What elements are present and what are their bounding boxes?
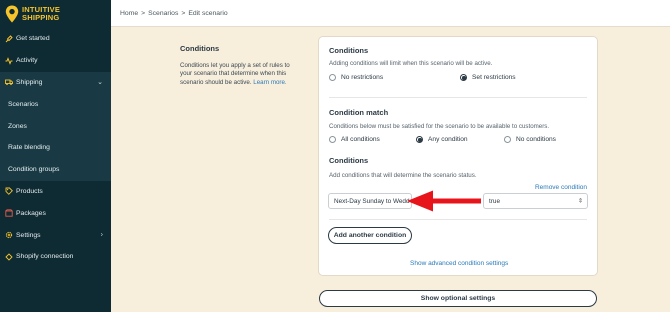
radio-label: Any condition bbox=[428, 136, 468, 143]
add-another-condition-button[interactable]: Add another condition bbox=[328, 227, 412, 244]
sidebar-item-shopify-connection[interactable]: Shopify connection bbox=[0, 246, 111, 268]
radio-label: Set restrictions bbox=[472, 74, 516, 81]
sidebar-item-packages[interactable]: Packages bbox=[0, 202, 111, 224]
sidebar-item-get-started[interactable]: Get started bbox=[0, 28, 111, 50]
sidebar-item-products[interactable]: Products bbox=[0, 181, 111, 203]
condition-value-text: true bbox=[489, 197, 501, 205]
breadcrumb-current: Edit scenario bbox=[188, 9, 228, 17]
brand-logo[interactable]: INTUITIVE SHIPPING bbox=[0, 0, 111, 28]
radio-button[interactable] bbox=[460, 74, 467, 81]
conditions-list-help: Add conditions that will determine the s… bbox=[329, 172, 477, 179]
remove-condition-link[interactable]: Remove condition bbox=[535, 184, 587, 191]
breadcrumb-separator: > bbox=[181, 9, 186, 17]
sidebar-item-label: Settings bbox=[16, 231, 41, 239]
chevron-down-icon[interactable]: ⌄ bbox=[97, 78, 103, 86]
rocket-icon bbox=[5, 35, 13, 43]
sidebar-item-label: Products bbox=[16, 187, 43, 195]
sidebar: INTUITIVE SHIPPING Get started Activity … bbox=[0, 0, 111, 312]
radio-button[interactable] bbox=[504, 136, 511, 143]
sidebar-item-label: Condition groups bbox=[8, 166, 60, 174]
sidebar-item-label: Zones bbox=[8, 122, 27, 130]
sidebar-item-label: Scenarios bbox=[8, 100, 39, 108]
radio-label: All conditions bbox=[341, 136, 380, 143]
learn-more-link[interactable]: Learn more. bbox=[253, 79, 286, 86]
radio-label: No conditions bbox=[516, 136, 556, 143]
divider bbox=[329, 97, 587, 98]
box-icon bbox=[5, 209, 13, 217]
radio-button[interactable] bbox=[416, 136, 423, 143]
breadcrumb-separator: > bbox=[141, 9, 146, 17]
conditions-description: Conditions Conditions let you apply a se… bbox=[180, 44, 298, 87]
sidebar-item-activity[interactable]: Activity bbox=[0, 50, 111, 72]
radio-button[interactable] bbox=[329, 74, 336, 81]
truck-icon bbox=[5, 78, 13, 86]
annotation-arrow-icon bbox=[407, 190, 481, 212]
sidebar-item-label: Packages bbox=[16, 209, 46, 217]
sidebar-item-rate-blending[interactable]: Rate blending bbox=[0, 136, 111, 159]
description-title: Conditions bbox=[180, 44, 220, 53]
condition-match-title: Condition match bbox=[329, 108, 389, 117]
radio-no-restrictions[interactable]: No restrictions bbox=[329, 74, 383, 81]
breadcrumb-scenarios[interactable]: Scenarios bbox=[148, 10, 178, 17]
radio-label: No restrictions bbox=[341, 74, 384, 81]
brand-line-2: SHIPPING bbox=[22, 13, 60, 22]
sidebar-item-zones[interactable]: Zones bbox=[0, 115, 111, 137]
divider bbox=[329, 219, 587, 220]
sidebar-item-label: Get started bbox=[16, 35, 50, 43]
show-advanced-condition-settings-link[interactable]: Show advanced condition settings bbox=[410, 260, 508, 267]
sidebar-item-label: Shopify connection bbox=[16, 253, 74, 261]
radio-all-conditions[interactable]: All conditions bbox=[329, 136, 380, 143]
sidebar-item-shipping[interactable]: Shipping ⌄ bbox=[0, 71, 111, 94]
location-pin-icon bbox=[5, 5, 19, 23]
condition-group-value: Next-Day Sunday to Wedd bbox=[334, 197, 410, 205]
gear-icon bbox=[5, 231, 13, 239]
conditions-title: Conditions bbox=[329, 46, 369, 55]
show-optional-settings-button[interactable]: Show optional settings bbox=[319, 290, 597, 307]
sidebar-item-label: Shipping bbox=[16, 78, 43, 86]
sidebar-item-label: Rate blending bbox=[8, 144, 50, 152]
conditions-card: Conditions Adding conditions will limit … bbox=[318, 36, 598, 276]
brand-name: INTUITIVE SHIPPING bbox=[22, 6, 60, 22]
conditions-help: Adding conditions will limit when this s… bbox=[329, 60, 493, 67]
condition-value-select[interactable]: true ⇕ bbox=[483, 193, 588, 209]
condition-group-select[interactable]: Next-Day Sunday to Wedd bbox=[328, 193, 412, 209]
sidebar-item-scenarios[interactable]: Scenarios bbox=[0, 93, 111, 116]
chevron-right-icon[interactable]: › bbox=[101, 232, 103, 239]
breadcrumb-home[interactable]: Home bbox=[120, 10, 138, 17]
link-icon bbox=[5, 253, 13, 261]
sidebar-item-condition-groups[interactable]: Condition groups bbox=[0, 158, 111, 181]
select-arrows-icon: ⇕ bbox=[577, 198, 583, 205]
sidebar-item-label: Activity bbox=[16, 57, 38, 65]
breadcrumb: Home > Scenarios > Edit scenario bbox=[111, 0, 670, 27]
activity-icon bbox=[5, 56, 13, 65]
description-body: Conditions let you apply a set of rules … bbox=[180, 62, 298, 87]
radio-any-condition[interactable]: Any condition bbox=[416, 136, 468, 143]
tag-icon bbox=[5, 187, 13, 196]
sidebar-item-settings[interactable]: Settings › bbox=[0, 224, 111, 246]
radio-set-restrictions[interactable]: Set restrictions bbox=[460, 74, 516, 81]
condition-match-help: Conditions below must be satisfied for t… bbox=[329, 123, 550, 130]
radio-no-conditions[interactable]: No conditions bbox=[504, 136, 556, 143]
radio-button[interactable] bbox=[329, 136, 336, 143]
conditions-list-title: Conditions bbox=[329, 156, 369, 165]
